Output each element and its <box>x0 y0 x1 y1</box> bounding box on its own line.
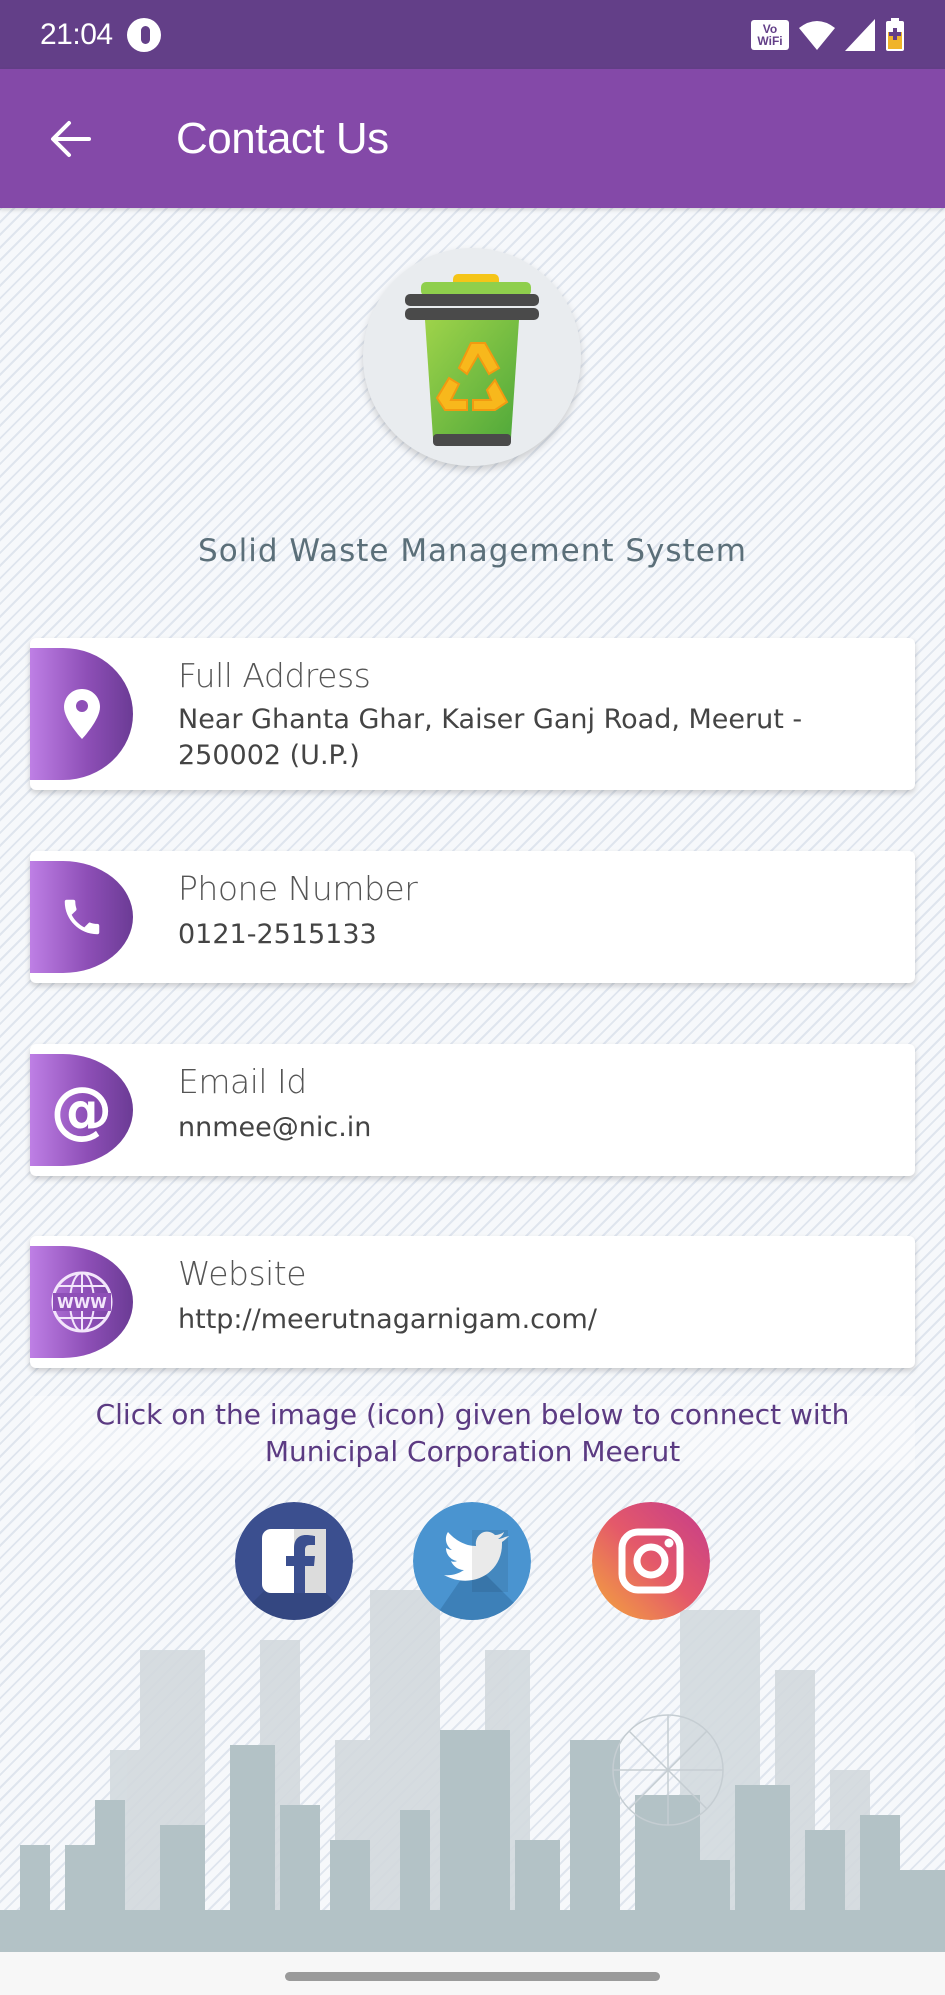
vowifi-line1: Vo <box>762 21 778 36</box>
card-icon-container: WWW <box>30 1246 133 1358</box>
gesture-nav-area <box>0 1952 945 1995</box>
contact-card-email: @ Email Id nnmee@nic.in <box>30 1044 915 1176</box>
card-label: Email Id <box>178 1062 307 1101</box>
status-time: 21:04 <box>40 17 113 51</box>
card-icon-container: @ <box>30 1054 133 1166</box>
recycle-bin-icon <box>405 274 539 446</box>
globe-www-icon: WWW <box>51 1271 112 1333</box>
instagram-icon <box>592 1502 710 1620</box>
battery-saver-icon <box>886 17 904 51</box>
card-value[interactable]: nnmee@nic.in <box>178 1110 875 1146</box>
instagram-button[interactable] <box>592 1502 710 1620</box>
page-title: Contact Us <box>176 113 389 163</box>
city-skyline-illustration <box>0 1590 945 1952</box>
organization-name: Solid Waste Management System <box>198 533 747 569</box>
contact-card-address: Full Address Near Ghanta Ghar, Kaiser Ga… <box>30 638 915 790</box>
cellular-signal-icon <box>845 18 875 51</box>
status-icons: Vo WiFi <box>751 17 905 52</box>
phone-icon <box>64 899 99 935</box>
card-icon-container <box>30 648 133 780</box>
status-bar: 21:04 Vo WiFi <box>0 0 945 69</box>
card-value[interactable]: Near Ghanta Ghar, Kaiser Ganj Road, Meer… <box>178 702 875 774</box>
arrow-left-icon <box>51 120 91 157</box>
contact-card-phone: Phone Number 0121-2515133 <box>30 851 915 983</box>
vowifi-line2: WiFi <box>757 33 783 48</box>
contact-card-website: WWW Website http://meerutnagarnigam.com/ <box>30 1236 915 1368</box>
at-sign-icon: @ <box>50 1073 113 1146</box>
app-bar: Contact Us <box>0 69 945 208</box>
twitter-icon <box>413 1502 531 1620</box>
card-icon-container <box>30 861 133 973</box>
app-logo <box>363 248 581 466</box>
twitter-button[interactable] <box>413 1502 531 1620</box>
connect-instructions: Click on the image (icon) given below to… <box>30 1396 915 1470</box>
card-label: Phone Number <box>178 869 418 908</box>
notification-icon <box>126 17 161 52</box>
location-pin-icon <box>63 689 100 739</box>
facebook-icon <box>235 1502 353 1620</box>
back-button[interactable] <box>40 109 100 169</box>
card-value[interactable]: http://meerutnagarnigam.com/ <box>178 1302 875 1338</box>
card-value[interactable]: 0121-2515133 <box>178 917 875 953</box>
card-label: Website <box>178 1254 307 1293</box>
vowifi-icon: Vo WiFi <box>751 19 789 50</box>
wifi-icon <box>799 20 835 50</box>
home-gesture-handle[interactable] <box>285 1972 660 1981</box>
globe-www-text: WWW <box>57 1294 107 1312</box>
card-label: Full Address <box>178 656 371 695</box>
facebook-button[interactable] <box>235 1502 353 1620</box>
